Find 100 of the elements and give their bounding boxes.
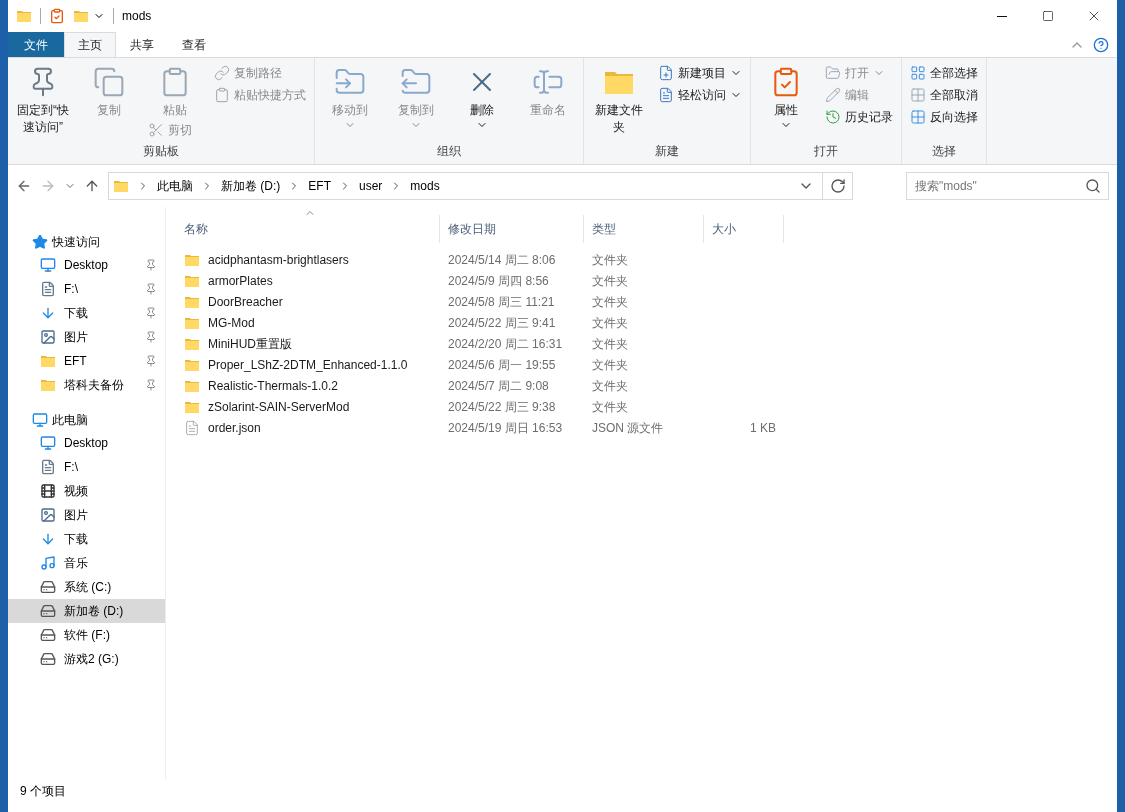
folder-icon (40, 377, 56, 393)
shortcut-icon (214, 87, 230, 103)
pencil-icon (825, 87, 841, 103)
file-name[interactable]: MiniHUD重置版 (208, 334, 292, 353)
nav-item[interactable]: 游戏2 (G:) (8, 647, 165, 671)
group-label: 组织 (436, 143, 462, 160)
table-cell-text: 2024/2/20 周二 16:31 (447, 335, 564, 353)
minimize-icon (997, 15, 1007, 17)
nav-section[interactable]: 此电脑 (52, 411, 88, 429)
monitor-icon (40, 435, 56, 451)
nav-item[interactable]: 软件 (F:) (8, 623, 165, 647)
address-bar[interactable]: 此电脑 新加卷 (D:) EFT user mods (108, 172, 853, 200)
group-label: 剪贴板 (142, 143, 180, 160)
drive-icon (40, 579, 56, 595)
nav-item[interactable]: 下载 (8, 301, 165, 325)
ribbon-button[interactable]: 新建项目 (654, 62, 746, 84)
column-header[interactable]: 大小 (704, 215, 784, 243)
scissors-icon (148, 122, 164, 138)
drive-icon (40, 627, 56, 643)
picture-icon (40, 507, 56, 523)
document-icon (658, 87, 674, 103)
folder-icon (113, 178, 129, 194)
ribbon-button[interactable]: 历史记录 (821, 106, 897, 128)
search-icon (1085, 178, 1101, 194)
table-cell-text: 文件夹 (591, 314, 629, 332)
table-cell-text: 文件夹 (591, 356, 629, 374)
file-name[interactable]: Realistic-Thermals-1.0.2 (208, 376, 339, 395)
nav-item[interactable]: 新加卷 (D:) (8, 599, 165, 623)
file-icon (184, 419, 200, 436)
folder-icon (73, 8, 89, 24)
nav-item[interactable]: 音乐 (8, 551, 165, 575)
nav-section[interactable]: 快速访问 (52, 233, 100, 251)
help-icon[interactable] (1093, 37, 1109, 53)
breadcrumb-item[interactable]: mods (406, 177, 444, 195)
table-cell-text: 2024/5/8 周三 11:21 (447, 293, 556, 311)
group-label: 选择 (931, 143, 957, 160)
breadcrumb-item[interactable]: EFT (304, 177, 335, 195)
grid-icon (910, 87, 926, 103)
file-name[interactable]: DoorBreacher (208, 292, 283, 311)
table-cell-text: 文件夹 (591, 335, 629, 353)
file-name[interactable]: MG-Mod (208, 313, 255, 332)
ribbon-tab[interactable]: 文件 (8, 32, 64, 57)
breadcrumb-item[interactable]: 此电脑 (153, 177, 197, 195)
table-cell-text: 2024/5/9 周四 8:56 (447, 272, 550, 290)
ribbon-tab[interactable]: 主页 (64, 32, 116, 57)
table-cell-text: 文件夹 (591, 272, 629, 290)
refresh-icon (829, 178, 846, 194)
file-name[interactable]: armorPlates (208, 271, 273, 290)
nav-item[interactable]: EFT (8, 349, 165, 373)
nav-item[interactable]: 塔科夫备份 (8, 373, 165, 397)
down-arrow-icon (40, 305, 56, 321)
file-name[interactable]: Proper_LShZ-2DTM_Enhanced-1.1.0 (208, 355, 408, 374)
window-title: mods (122, 8, 152, 25)
table-cell-text: JSON 源文件 (591, 419, 665, 437)
back-arrow-icon[interactable] (16, 178, 32, 194)
breadcrumb-item[interactable]: user (355, 177, 387, 195)
ribbon-tab[interactable]: 查看 (168, 32, 220, 57)
picture-icon (40, 329, 56, 345)
ribbon-tab[interactable]: 共享 (116, 32, 168, 57)
file-name[interactable]: order.json (208, 418, 261, 437)
nav-item[interactable]: 下载 (8, 527, 165, 551)
copy-icon (93, 66, 125, 98)
ribbon-button[interactable]: 全部选择 (906, 62, 982, 84)
table-cell-text: 文件夹 (591, 377, 629, 395)
ribbon-button[interactable]: 轻松访问 (654, 84, 746, 106)
file-name[interactable]: acidphantasm-brightlasers (208, 250, 349, 269)
table-cell-text: 2024/5/6 周一 19:55 (447, 356, 557, 374)
nav-item[interactable]: 系统 (C:) (8, 575, 165, 599)
folder-icon (16, 8, 32, 24)
nav-item[interactable]: 视频 (8, 479, 165, 503)
nav-item[interactable]: F:\ (8, 277, 165, 301)
ribbon-button[interactable]: 全部取消 (906, 84, 982, 106)
nav-item[interactable]: Desktop (8, 431, 165, 455)
nav-item[interactable]: Desktop (8, 253, 165, 277)
nav-item[interactable]: 图片 (8, 503, 165, 527)
drive-icon (40, 603, 56, 619)
ribbon-button[interactable]: 反向选择 (906, 106, 982, 128)
monitor-icon (32, 412, 48, 428)
item-count: 9 个项目 (20, 783, 66, 800)
ribbon-button[interactable]: 新建文件夹 (588, 62, 650, 136)
monitor-icon (40, 257, 56, 273)
table-cell-text: 2024/5/14 周二 8:06 (447, 251, 557, 269)
column-header[interactable]: 名称 (176, 215, 440, 243)
table-cell-text: 文件夹 (591, 398, 629, 416)
ribbon-button[interactable]: 固定到“快速访问” (12, 62, 74, 136)
nav-item[interactable]: 图片 (8, 325, 165, 349)
ribbon-button[interactable]: 属性 (755, 62, 817, 131)
breadcrumb-item[interactable]: 新加卷 (D:) (217, 177, 285, 195)
file-name[interactable]: zSolarint-SAIN-ServerMod (208, 397, 350, 416)
drive-icon (40, 651, 56, 667)
ribbon-button[interactable]: 删除 (451, 62, 513, 131)
group-label: 打开 (813, 143, 839, 160)
checkmark-document-icon[interactable] (49, 8, 65, 24)
search-field[interactable]: 搜索"mods" (906, 172, 1109, 200)
nav-item[interactable]: F:\ (8, 455, 165, 479)
column-header[interactable]: 类型 (584, 215, 704, 243)
grid-icon (910, 65, 926, 81)
column-header[interactable]: 修改日期 (440, 215, 584, 243)
folder-icon (40, 353, 56, 369)
table-cell-text: 2024/5/22 周三 9:38 (447, 398, 557, 416)
